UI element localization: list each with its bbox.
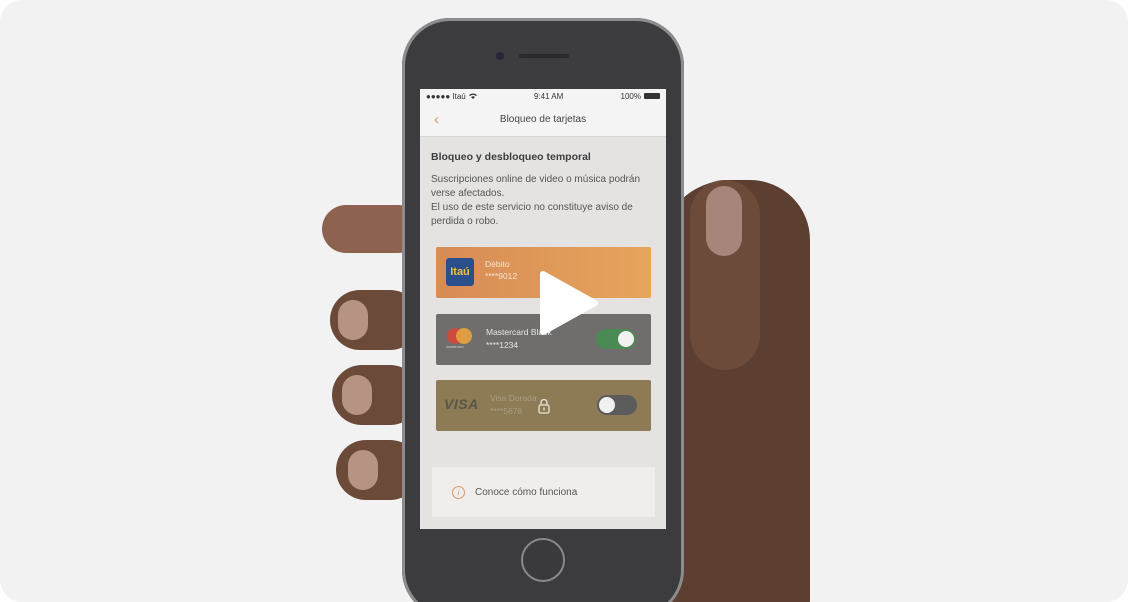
toggle-knob — [599, 397, 615, 413]
chevron-left-icon[interactable]: ‹ — [434, 111, 439, 128]
card-number: ****9012 — [485, 271, 518, 281]
wifi-icon — [468, 93, 477, 99]
thumb-nail — [706, 186, 742, 256]
visa-logo: VISA — [444, 396, 479, 412]
carrier-text: ●●●●● Itaú — [426, 91, 466, 101]
info-icon: i — [452, 485, 465, 499]
toggle-knob — [618, 331, 634, 347]
card-toggle[interactable] — [597, 395, 637, 415]
section-title: Bloqueo y desbloqueo temporal — [431, 151, 591, 163]
info-label: Conoce cómo funciona — [475, 486, 578, 498]
card-visa[interactable]: VISA Visa Dorada ****5678 — [436, 380, 651, 431]
video-thumbnail[interactable]: ●●●●● Itaú 9:41 AM 100% ‹ Bloqueo de tar… — [0, 0, 1128, 602]
mastercard-logo-text: mastercard — [446, 345, 464, 349]
card-name: Visa Dorada — [490, 393, 537, 403]
description: Suscripciones online de video o música p… — [431, 173, 653, 229]
mastercard-logo: mastercard — [446, 328, 476, 350]
camera-icon — [496, 52, 504, 60]
home-button — [521, 538, 565, 582]
status-battery: 100% — [621, 92, 660, 101]
card-name: Débito — [485, 259, 510, 269]
status-carrier: ●●●●● Itaú — [426, 92, 477, 101]
page-title: Bloqueo de tarjetas — [499, 114, 587, 125]
speaker-grille — [519, 54, 569, 58]
navbar: ‹ Bloqueo de tarjetas — [420, 103, 666, 137]
card-number: ****5678 — [490, 406, 523, 416]
info-link[interactable]: i Conoce cómo funciona — [432, 467, 655, 517]
lock-icon — [538, 398, 550, 414]
play-icon[interactable] — [535, 270, 601, 336]
battery-text: 100% — [620, 91, 641, 101]
description-line: El uso de este servicio no constituye av… — [431, 202, 633, 227]
description-line: Suscripciones online de video o música p… — [431, 174, 641, 199]
itau-logo: Itaú — [446, 258, 474, 286]
card-toggle[interactable] — [596, 329, 636, 349]
battery-icon — [644, 93, 660, 100]
status-time: 9:41 AM — [533, 91, 564, 101]
status-bar: ●●●●● Itaú 9:41 AM 100% — [420, 89, 666, 103]
card-number: ****1234 — [486, 340, 519, 350]
